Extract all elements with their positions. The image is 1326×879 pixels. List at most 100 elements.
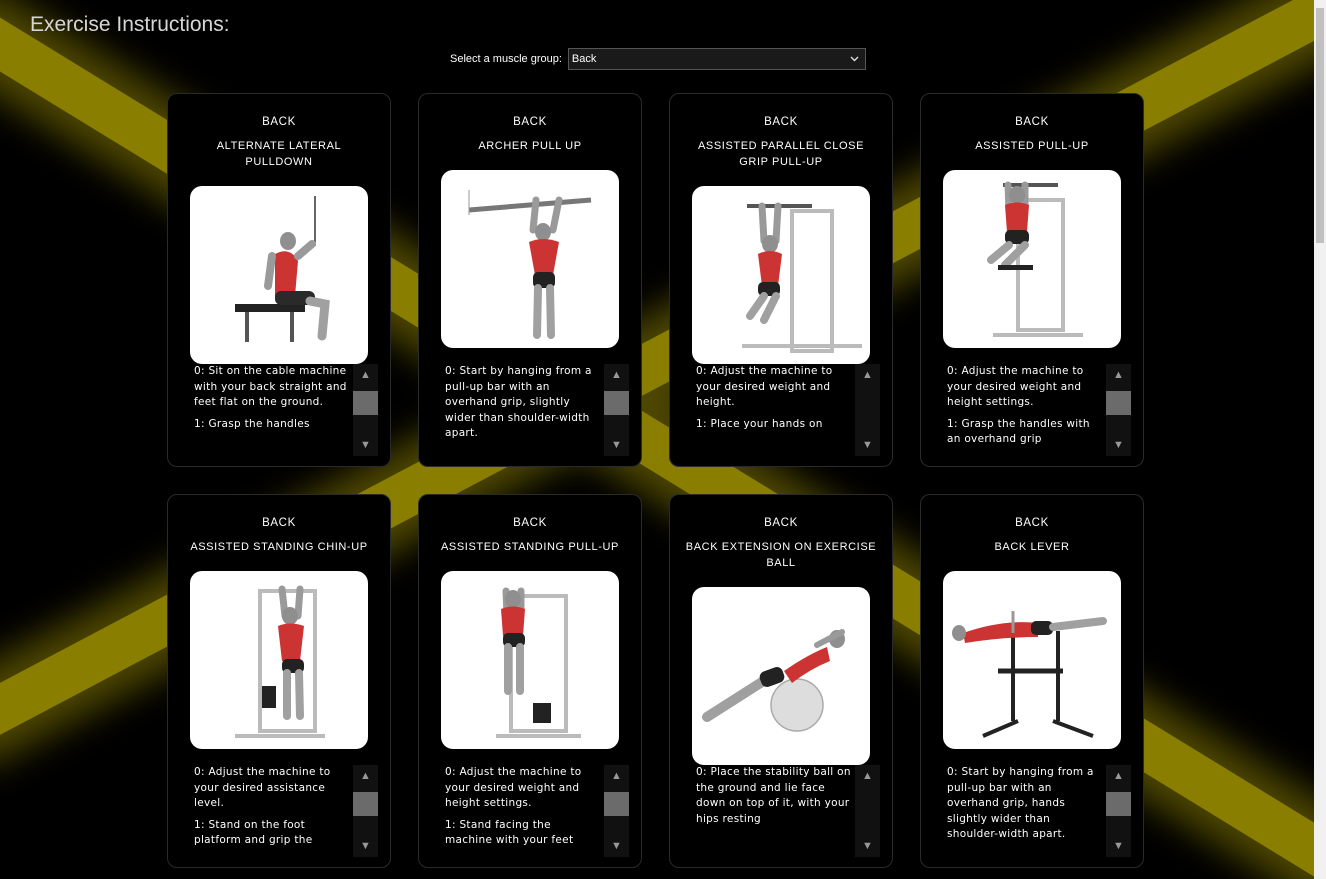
card-exercise-title: ALTERNATE LATERAL PULLDOWN <box>216 140 342 168</box>
scroll-up-icon[interactable]: ▲ <box>855 765 880 787</box>
scroll-thumb[interactable] <box>353 792 378 816</box>
instruction-step: 0: Adjust the machine to your desired as… <box>194 766 331 809</box>
exercise-image <box>441 571 619 749</box>
exercise-card[interactable]: BACK BACK LEVER 0: Start by hanging from… <box>920 494 1144 868</box>
exercise-image <box>441 170 619 348</box>
scroll-up-icon[interactable]: ▲ <box>353 765 378 787</box>
card-muscle-group: BACK <box>513 116 547 128</box>
scroll-down-icon[interactable]: ▼ <box>1106 835 1131 857</box>
scroll-thumb[interactable] <box>353 391 378 415</box>
instructions-text[interactable]: 0: Place the stability ball on the groun… <box>696 765 852 857</box>
exercise-image <box>190 186 368 364</box>
instructions-scrollbar[interactable]: ▲ ▼ <box>1106 364 1131 456</box>
instructions-scrollbar[interactable]: ▲ ▼ <box>1106 765 1131 857</box>
instruction-step: 1: Place your hands on <box>696 417 823 430</box>
instruction-step: 1: Stand on the foot platform and grip t… <box>194 818 313 847</box>
instructions-scrollbar[interactable]: ▲ ▼ <box>855 364 880 456</box>
card-exercise-title: BACK LEVER <box>994 541 1070 553</box>
instruction-step: 0: Adjust the machine to your desired we… <box>445 766 582 809</box>
instructions-text[interactable]: 0: Adjust the machine to your desired we… <box>947 364 1103 456</box>
exercise-card[interactable]: BACK ASSISTED PARALLEL CLOSE GRIP PULL-U… <box>669 93 893 467</box>
instructions-text[interactable]: 0: Adjust the machine to your desired we… <box>445 765 601 857</box>
card-muscle-group: BACK <box>1015 517 1049 529</box>
scroll-up-icon[interactable]: ▲ <box>1106 364 1131 386</box>
instructions-scrollbar[interactable]: ▲ ▼ <box>604 364 629 456</box>
instructions-panel: 0: Start by hanging from a pull-up bar w… <box>947 765 1131 857</box>
instructions-panel: 0: Adjust the machine to your desired we… <box>445 765 629 857</box>
card-muscle-group: BACK <box>1015 116 1049 128</box>
instructions-panel: 0: Start by hanging from a pull-up bar w… <box>445 364 629 456</box>
exercise-card[interactable]: BACK ASSISTED STANDING PULL-UP 0: Adjust… <box>418 494 642 868</box>
exercise-grid: BACK ALTERNATE LATERAL PULLDOWN 0: Sit o… <box>167 93 1145 868</box>
scroll-thumb[interactable] <box>1106 792 1131 816</box>
exercise-image <box>692 587 870 765</box>
instructions-scrollbar[interactable]: ▲ ▼ <box>353 765 378 857</box>
card-muscle-group: BACK <box>262 517 296 529</box>
exercise-card[interactable]: BACK ASSISTED PULL-UP 0: Adjust the mach… <box>920 93 1144 467</box>
card-exercise-title: ASSISTED STANDING PULL-UP <box>441 541 619 553</box>
scroll-down-icon[interactable]: ▼ <box>1106 434 1131 456</box>
exercise-image <box>692 186 870 364</box>
exercise-card[interactable]: BACK ARCHER PULL UP 0: Start by hanging … <box>418 93 642 467</box>
scroll-up-icon[interactable]: ▲ <box>604 364 629 386</box>
scroll-down-icon[interactable]: ▼ <box>604 434 629 456</box>
page-scrollbar[interactable] <box>1314 0 1326 879</box>
card-exercise-title: ASSISTED PARALLEL CLOSE GRIP PULL-UP <box>697 140 865 168</box>
exercise-card[interactable]: BACK ALTERNATE LATERAL PULLDOWN 0: Sit o… <box>167 93 391 467</box>
instruction-step: 0: Start by hanging from a pull-up bar w… <box>445 365 592 439</box>
scroll-down-icon[interactable]: ▼ <box>353 434 378 456</box>
scroll-down-icon[interactable]: ▼ <box>855 835 880 857</box>
scroll-down-icon[interactable]: ▼ <box>353 835 378 857</box>
instructions-panel: 0: Sit on the cable machine with your ba… <box>194 364 378 456</box>
scroll-up-icon[interactable]: ▲ <box>1106 765 1131 787</box>
exercise-image <box>943 170 1121 348</box>
muscle-group-value: Back <box>571 53 597 65</box>
instruction-step: 0: Adjust the machine to your desired we… <box>696 365 833 408</box>
page-title: Exercise Instructions: <box>30 13 230 36</box>
instruction-step: 1: Grasp the handles <box>194 417 310 430</box>
muscle-group-selector: Select a muscle group: Back <box>450 48 866 70</box>
card-muscle-group: BACK <box>513 517 547 529</box>
instruction-step: 1: Grasp the handles with an overhand gr… <box>947 417 1090 446</box>
instruction-step: 0: Sit on the cable machine with your ba… <box>194 365 347 408</box>
instruction-step: 0: Place the stability ball on the groun… <box>696 766 851 825</box>
instructions-text[interactable]: 0: Adjust the machine to your desired as… <box>194 765 350 857</box>
instructions-panel: 0: Adjust the machine to your desired we… <box>696 364 880 456</box>
instruction-step: 0: Adjust the machine to your desired we… <box>947 365 1084 408</box>
instructions-text[interactable]: 0: Sit on the cable machine with your ba… <box>194 364 350 456</box>
instructions-scrollbar[interactable]: ▲ ▼ <box>855 765 880 857</box>
chevron-down-icon <box>850 56 859 62</box>
instructions-panel: 0: Place the stability ball on the groun… <box>696 765 880 857</box>
muscle-group-label: Select a muscle group: <box>450 53 562 65</box>
scroll-up-icon[interactable]: ▲ <box>353 364 378 386</box>
scroll-thumb[interactable] <box>604 391 629 415</box>
instruction-step: 0: Start by hanging from a pull-up bar w… <box>947 766 1094 840</box>
instructions-scrollbar[interactable]: ▲ ▼ <box>353 364 378 456</box>
card-exercise-title: ASSISTED PULL-UP <box>975 140 1089 152</box>
instructions-panel: 0: Adjust the machine to your desired as… <box>194 765 378 857</box>
card-exercise-title: BACK EXTENSION ON EXERCISE BALL <box>685 541 877 569</box>
exercise-image <box>943 571 1121 749</box>
scroll-down-icon[interactable]: ▼ <box>855 434 880 456</box>
scroll-down-icon[interactable]: ▼ <box>604 835 629 857</box>
exercise-image <box>190 571 368 749</box>
instructions-panel: 0: Adjust the machine to your desired we… <box>947 364 1131 456</box>
card-muscle-group: BACK <box>764 116 798 128</box>
page-scroll-thumb[interactable] <box>1316 8 1324 243</box>
exercise-card[interactable]: BACK ASSISTED STANDING CHIN-UP 0: Adjust… <box>167 494 391 868</box>
instructions-scrollbar[interactable]: ▲ ▼ <box>604 765 629 857</box>
card-exercise-title: ARCHER PULL UP <box>478 140 582 152</box>
card-muscle-group: BACK <box>764 517 798 529</box>
scroll-thumb[interactable] <box>604 792 629 816</box>
instruction-step: 1: Stand facing the machine with your fe… <box>445 818 574 847</box>
scroll-up-icon[interactable]: ▲ <box>855 364 880 386</box>
instructions-text[interactable]: 0: Start by hanging from a pull-up bar w… <box>947 765 1103 857</box>
scroll-up-icon[interactable]: ▲ <box>604 765 629 787</box>
card-muscle-group: BACK <box>262 116 296 128</box>
exercise-card[interactable]: BACK BACK EXTENSION ON EXERCISE BALL 0: … <box>669 494 893 868</box>
muscle-group-select[interactable]: Back <box>567 48 866 70</box>
instructions-text[interactable]: 0: Start by hanging from a pull-up bar w… <box>445 364 601 456</box>
card-exercise-title: ASSISTED STANDING CHIN-UP <box>190 541 368 553</box>
instructions-text[interactable]: 0: Adjust the machine to your desired we… <box>696 364 852 456</box>
scroll-thumb[interactable] <box>1106 391 1131 415</box>
